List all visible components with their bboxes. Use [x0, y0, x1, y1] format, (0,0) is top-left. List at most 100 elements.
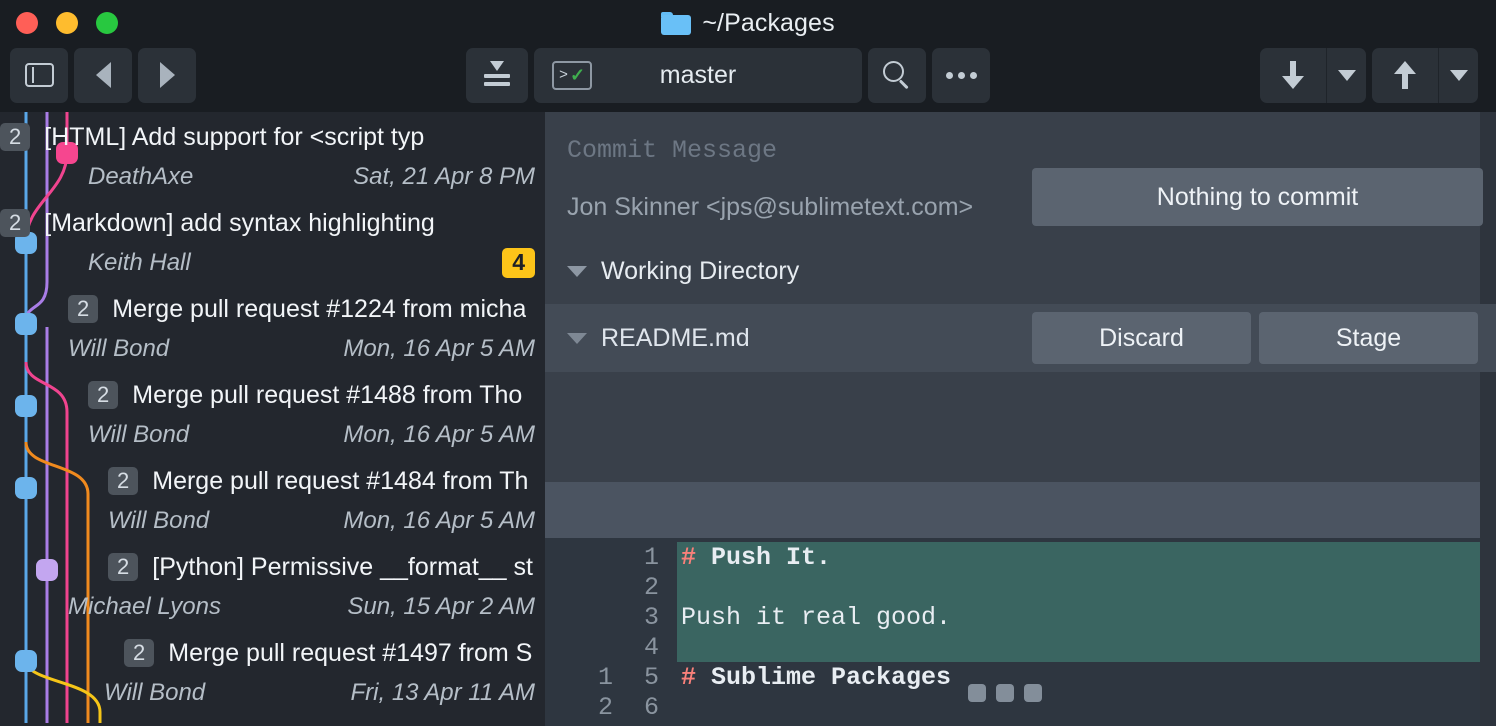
commit-date: Mon, 16 Apr 5 AM	[343, 421, 535, 449]
stash-icon	[482, 61, 512, 89]
commit-row[interactable]: 2 Merge pull request #1484 from Th Will …	[0, 461, 545, 543]
chevron-down-icon	[1450, 70, 1468, 81]
diff-new-line-number: 4	[613, 633, 659, 662]
file-name-label: README.md	[601, 324, 750, 353]
stash-button[interactable]	[466, 48, 528, 103]
commit-detail-panel: Commit Message Jon Skinner <jps@sublimet…	[545, 112, 1496, 726]
diff-new-line-number: 2	[613, 573, 659, 602]
close-window-button[interactable]	[16, 12, 38, 34]
commit-button[interactable]: Nothing to commit	[1032, 168, 1483, 226]
chevron-down-icon[interactable]	[567, 266, 587, 277]
traffic-lights	[0, 12, 118, 34]
diff-new-line-number: 6	[613, 693, 659, 722]
commit-subject: [Python] Permissive __format__ st	[152, 553, 533, 582]
diff-line-text: # Sublime Packages	[681, 663, 951, 692]
commit-subject: Merge pull request #1224 from micha	[112, 295, 526, 324]
push-button[interactable]	[1372, 48, 1438, 103]
diff-view[interactable]: 1 # Push It. 2 3 Push it real good. 4	[545, 538, 1480, 726]
diff-new-line-number: 3	[613, 603, 659, 632]
diff-line: 1 # Push It.	[545, 542, 1480, 572]
commit-subject: [Markdown] add syntax highlighting	[44, 209, 435, 238]
commit-date: Fri, 13 Apr 11 AM	[351, 679, 536, 707]
diff-old-line-number: 1	[567, 663, 613, 692]
commit-parent-count-badge: 2	[108, 553, 138, 581]
commit-parent-count-badge: 2	[124, 639, 154, 667]
commit-tag-badge[interactable]: 4	[502, 248, 535, 277]
minimize-window-button[interactable]	[56, 12, 78, 34]
window-title: ~/Packages	[702, 9, 834, 38]
window-title-group: ~/Packages	[0, 0, 1496, 46]
chevron-down-icon[interactable]	[567, 333, 587, 344]
diff-new-line-number: 5	[613, 663, 659, 692]
panel-toggle-icon	[25, 63, 54, 87]
commit-subject: [HTML] Add support for <script typ	[44, 123, 424, 152]
diff-line-text: > **These packages are developed against…	[681, 723, 1480, 726]
commit-author: Will Bond	[104, 679, 205, 707]
commit-date: Sun, 15 Apr 2 AM	[347, 593, 535, 621]
chevron-down-icon	[1338, 70, 1356, 81]
search-button[interactable]	[868, 48, 926, 103]
commit-parent-count-badge: 2	[0, 123, 30, 151]
back-button[interactable]	[74, 48, 132, 103]
commit-subject: Merge pull request #1497 from S	[168, 639, 532, 668]
commit-row[interactable]: 2 [Python] Permissive __format__ st Mich…	[0, 547, 545, 629]
more-options-button[interactable]	[932, 48, 990, 103]
pull-down-arrow-icon	[1282, 61, 1304, 89]
commit-date: Mon, 16 Apr 5 AM	[343, 507, 535, 535]
commit-graph-sidebar[interactable]: 2 [HTML] Add support for <script typ Dea…	[0, 112, 545, 726]
commit-row[interactable]: 2 Merge pull request #1224 from micha Wi…	[0, 289, 545, 371]
commit-row[interactable]: 2 Merge pull request #1497 from S Will B…	[0, 633, 545, 715]
diff-line-text: # Push It.	[681, 543, 831, 572]
file-action-buttons: Discard Stage	[1032, 312, 1478, 364]
push-dropdown-button[interactable]	[1438, 48, 1478, 103]
diff-line: 2	[545, 572, 1480, 602]
commit-row[interactable]: 2 [Markdown] add syntax highlighting Kei…	[0, 203, 545, 285]
terminal-check-icon[interactable]: >✓	[552, 61, 592, 90]
diff-old-line-number: 2	[567, 693, 613, 722]
commit-date: Mon, 16 Apr 5 AM	[343, 335, 535, 363]
commit-author: DeathAxe	[88, 163, 193, 191]
commit-row[interactable]: 2 [HTML] Add support for <script typ Dea…	[0, 117, 545, 199]
folder-icon	[661, 12, 691, 35]
git-client-window: ~/Packages >✓ master	[0, 0, 1496, 726]
commit-parent-count-badge: 2	[88, 381, 118, 409]
commit-author: Will Bond	[108, 507, 209, 535]
title-bar: ~/Packages	[0, 0, 1496, 46]
commit-author: Keith Hall	[88, 249, 191, 277]
commit-parent-count-badge: 2	[0, 209, 30, 237]
toolbar: >✓ master	[0, 46, 1496, 112]
commit-subject: Merge pull request #1484 from Th	[152, 467, 528, 496]
push-up-arrow-icon	[1394, 61, 1416, 89]
commit-author: Will Bond	[68, 335, 169, 363]
diff-hunk-header	[545, 482, 1480, 538]
diff-new-line-number: 1	[613, 543, 659, 572]
stage-button[interactable]: Stage	[1259, 312, 1478, 364]
commit-parent-count-badge: 2	[108, 467, 138, 495]
pull-dropdown-button[interactable]	[1326, 48, 1366, 103]
diff-line-text: Push it real good.	[681, 603, 951, 632]
back-arrow-icon	[96, 62, 111, 88]
commit-row[interactable]: 2 Merge pull request #1488 from Tho Will…	[0, 375, 545, 457]
commit-parent-count-badge: 2	[68, 295, 98, 323]
working-directory-label: Working Directory	[601, 257, 799, 286]
branch-bar[interactable]: >✓ master	[534, 48, 862, 103]
diff-line: 3 7 > **These packages are developed aga…	[545, 722, 1480, 726]
commit-message-input[interactable]: Commit Message	[567, 136, 1496, 165]
push-button-group	[1372, 48, 1478, 103]
discard-button[interactable]: Discard	[1032, 312, 1251, 364]
forward-button[interactable]	[138, 48, 196, 103]
commit-date: Sat, 21 Apr 8 PM	[353, 163, 535, 191]
pull-button-group	[1260, 48, 1366, 103]
commit-author: Will Bond	[88, 421, 189, 449]
search-icon	[883, 61, 911, 89]
commit-subject: Merge pull request #1488 from Tho	[132, 381, 522, 410]
pull-button[interactable]	[1260, 48, 1326, 103]
commit-author: Michael Lyons	[68, 593, 221, 621]
main-area: 2 [HTML] Add support for <script typ Dea…	[0, 112, 1496, 726]
forward-arrow-icon	[160, 62, 175, 88]
diff-line: 4	[545, 632, 1480, 662]
working-directory-section[interactable]: Working Directory	[545, 242, 1496, 300]
sidebar-toggle-button[interactable]	[10, 48, 68, 103]
diff-new-line-number: 7	[613, 723, 659, 726]
maximize-window-button[interactable]	[96, 12, 118, 34]
